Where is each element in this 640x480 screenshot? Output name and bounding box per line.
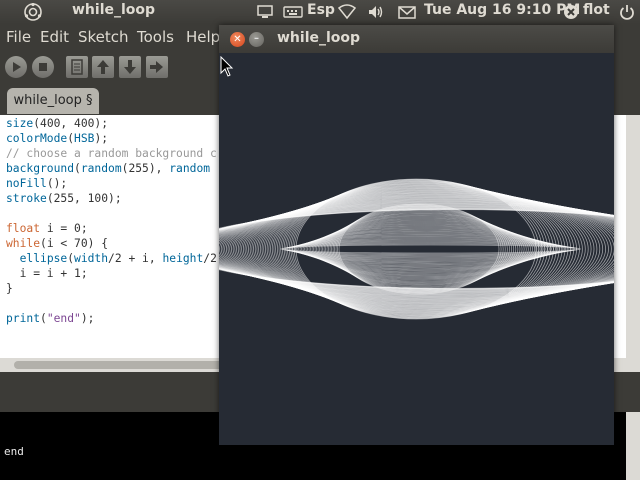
- new-button[interactable]: [66, 56, 88, 78]
- sketch-window-titlebar[interactable]: ✕ – while_loop: [219, 25, 614, 53]
- window-close-button[interactable]: ✕: [230, 32, 245, 47]
- clock[interactable]: Tue Aug 16 9:10 PM: [424, 2, 580, 18]
- menu-tools[interactable]: Tools: [137, 28, 174, 46]
- ubuntu-logo-icon[interactable]: [24, 3, 42, 21]
- user-name[interactable]: flot: [583, 2, 610, 18]
- editor-vertical-scrollbar[interactable]: [626, 115, 640, 358]
- console-scrollbar[interactable]: [626, 412, 640, 480]
- console-output: end: [4, 445, 24, 458]
- stop-button[interactable]: [32, 56, 54, 78]
- tab-while-loop[interactable]: while_loop §: [7, 88, 99, 114]
- window-minimize-button[interactable]: –: [249, 32, 264, 47]
- menu-help[interactable]: Help: [186, 28, 220, 46]
- keyboard-icon[interactable]: [283, 4, 303, 20]
- export-button[interactable]: [146, 56, 168, 78]
- wifi-icon[interactable]: [338, 4, 356, 20]
- arrow-down-icon: [124, 60, 136, 74]
- code-text[interactable]: size(400, 400); colorMode(HSB); // choos…: [6, 116, 217, 326]
- sketch-window: ✕ – while_loop: [219, 25, 614, 445]
- menu-file[interactable]: File: [6, 28, 31, 46]
- stop-icon: [39, 63, 47, 71]
- play-icon: [13, 62, 21, 72]
- menu-sketch[interactable]: Sketch: [78, 28, 129, 46]
- top-panel: while_loop Esp Tue Aug 16 9:10 PM flot: [0, 0, 640, 24]
- close-x-icon: ✕: [233, 34, 242, 45]
- mail-icon[interactable]: [398, 4, 416, 20]
- run-button[interactable]: [5, 56, 27, 78]
- ellipse-drawing: [219, 178, 614, 320]
- menu-edit[interactable]: Edit: [40, 28, 69, 46]
- mouse-cursor-icon: [220, 56, 234, 77]
- active-app-title: while_loop: [72, 2, 156, 18]
- power-icon[interactable]: [619, 4, 635, 20]
- monitor-icon[interactable]: [257, 4, 273, 20]
- sketch-canvas: [219, 53, 614, 445]
- keyboard-layout[interactable]: Esp: [307, 2, 335, 18]
- save-button[interactable]: [119, 56, 141, 78]
- minimize-icon: –: [254, 33, 259, 44]
- close-icon[interactable]: [563, 4, 579, 20]
- open-button[interactable]: [92, 56, 114, 78]
- new-file-icon: [71, 59, 83, 75]
- volume-icon[interactable]: [367, 4, 385, 20]
- arrow-up-icon: [97, 60, 109, 74]
- arrow-right-icon: [150, 61, 163, 73]
- inner-ellipse-line: [281, 243, 580, 255]
- sketch-window-title: while_loop: [277, 30, 361, 46]
